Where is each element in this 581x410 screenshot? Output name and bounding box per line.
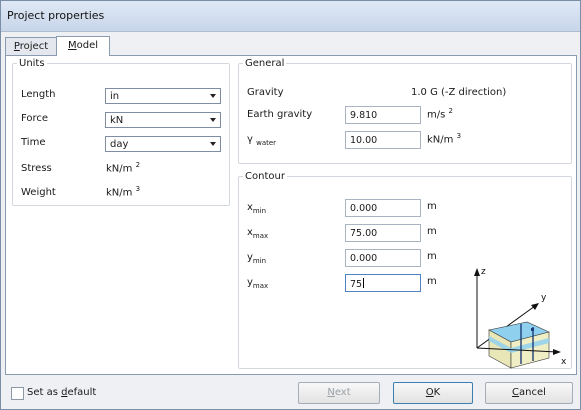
force-label: Force <box>21 113 49 124</box>
title-bar: Project properties <box>1 1 580 32</box>
soil-box-icon: z y x <box>474 267 567 369</box>
set-as-default-checkbox[interactable] <box>11 387 24 400</box>
chevron-down-icon <box>210 118 216 122</box>
gravity-value: 1.0 G (-Z direction) <box>411 87 507 98</box>
length-select[interactable]: in <box>105 88 221 104</box>
window-title: Project properties <box>7 9 105 22</box>
stress-unit: kN/m 2 <box>106 161 141 175</box>
xmin-unit: m <box>427 201 437 212</box>
stress-label: Stress <box>21 163 52 174</box>
gamma-water-label: γ water <box>247 134 277 147</box>
contour-group: Contour xmin 0.000 m xmax 75.00 m ymin 0… <box>238 171 572 369</box>
units-group: Units Length in Force kN Time day Stress… <box>12 58 230 206</box>
xmin-input[interactable]: 0.000 <box>345 199 421 217</box>
contour-legend: Contour <box>245 171 285 182</box>
cancel-button[interactable]: Cancel <box>485 382 573 404</box>
next-button[interactable]: Next <box>298 382 380 404</box>
force-select[interactable]: kN <box>105 112 221 128</box>
weight-label: Weight <box>21 187 56 198</box>
ymin-label: ymin <box>247 252 267 265</box>
xmax-input[interactable]: 75.00 <box>345 224 421 242</box>
general-group: General Gravity 1.0 G (-Z direction) Ear… <box>238 58 572 164</box>
z-axis-label: z <box>481 267 486 277</box>
xmax-label: xmax <box>247 227 269 240</box>
ymax-input[interactable]: 75 <box>345 274 421 292</box>
ymin-input[interactable]: 0.000 <box>345 249 421 267</box>
y-axis-label: y <box>541 293 547 303</box>
ymax-unit: m <box>427 276 437 287</box>
chevron-down-icon <box>210 94 216 98</box>
ymin-unit: m <box>427 251 437 262</box>
ymax-label: ymax <box>247 277 269 290</box>
general-legend: General <box>245 58 285 69</box>
earth-gravity-unit: m/s 2 <box>427 107 453 121</box>
project-properties-dialog: Project properties Project Model Units L… <box>0 0 581 410</box>
time-select[interactable]: day <box>105 136 221 152</box>
gamma-water-input[interactable]: 10.00 <box>345 131 421 149</box>
model-tab-page: Units Length in Force kN Time day Stress… <box>5 55 577 375</box>
xmin-label: xmin <box>247 202 267 215</box>
x-axis-label: x <box>561 357 567 367</box>
earth-gravity-label: Earth gravity <box>247 109 313 120</box>
length-label: Length <box>21 89 56 100</box>
gamma-water-unit: kN/m 3 <box>427 132 462 146</box>
earth-gravity-input[interactable]: 9.810 <box>345 106 421 124</box>
tab-project[interactable]: Project <box>5 37 57 55</box>
units-legend: Units <box>19 58 45 69</box>
set-as-default-label: Set as default <box>27 387 97 398</box>
gravity-label: Gravity <box>247 87 284 98</box>
time-label: Time <box>21 137 46 148</box>
xmax-unit: m <box>427 226 437 237</box>
chevron-down-icon <box>210 142 216 146</box>
weight-unit: kN/m 3 <box>106 185 141 199</box>
ok-button[interactable]: OK <box>393 382 473 404</box>
tab-model[interactable]: Model <box>56 36 110 56</box>
